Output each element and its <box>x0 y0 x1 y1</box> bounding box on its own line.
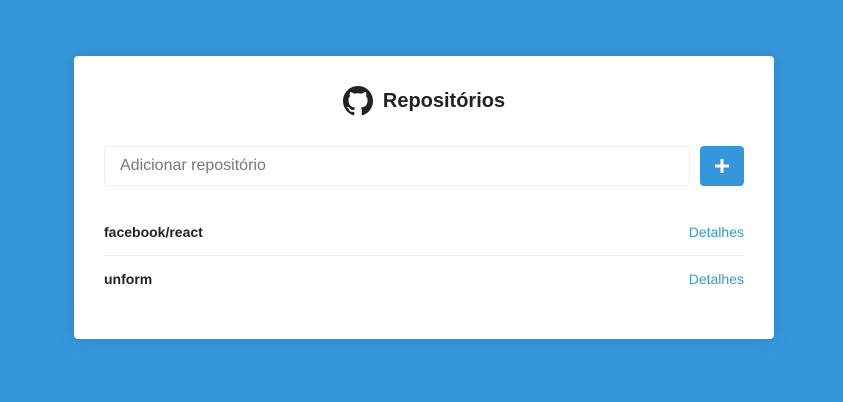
repository-name: unform <box>104 271 153 287</box>
details-link[interactable]: Detalhes <box>689 224 744 240</box>
list-item: unform Detalhes <box>104 255 744 302</box>
plus-icon <box>715 159 729 173</box>
github-icon <box>342 86 373 116</box>
list-item: facebook/react Detalhes <box>104 209 744 255</box>
repository-list: facebook/react Detalhes unform Detalhes <box>104 209 744 302</box>
add-repository-form <box>104 146 744 186</box>
page-title: Repositórios <box>382 89 506 112</box>
page-header: Repositórios <box>104 86 744 116</box>
details-link[interactable]: Detalhes <box>689 271 744 287</box>
repository-name: facebook/react <box>104 224 203 240</box>
repositories-card: Repositórios facebook/react Detalhes unf… <box>74 56 774 339</box>
repository-input[interactable] <box>104 146 690 186</box>
add-repository-button[interactable] <box>700 146 744 186</box>
